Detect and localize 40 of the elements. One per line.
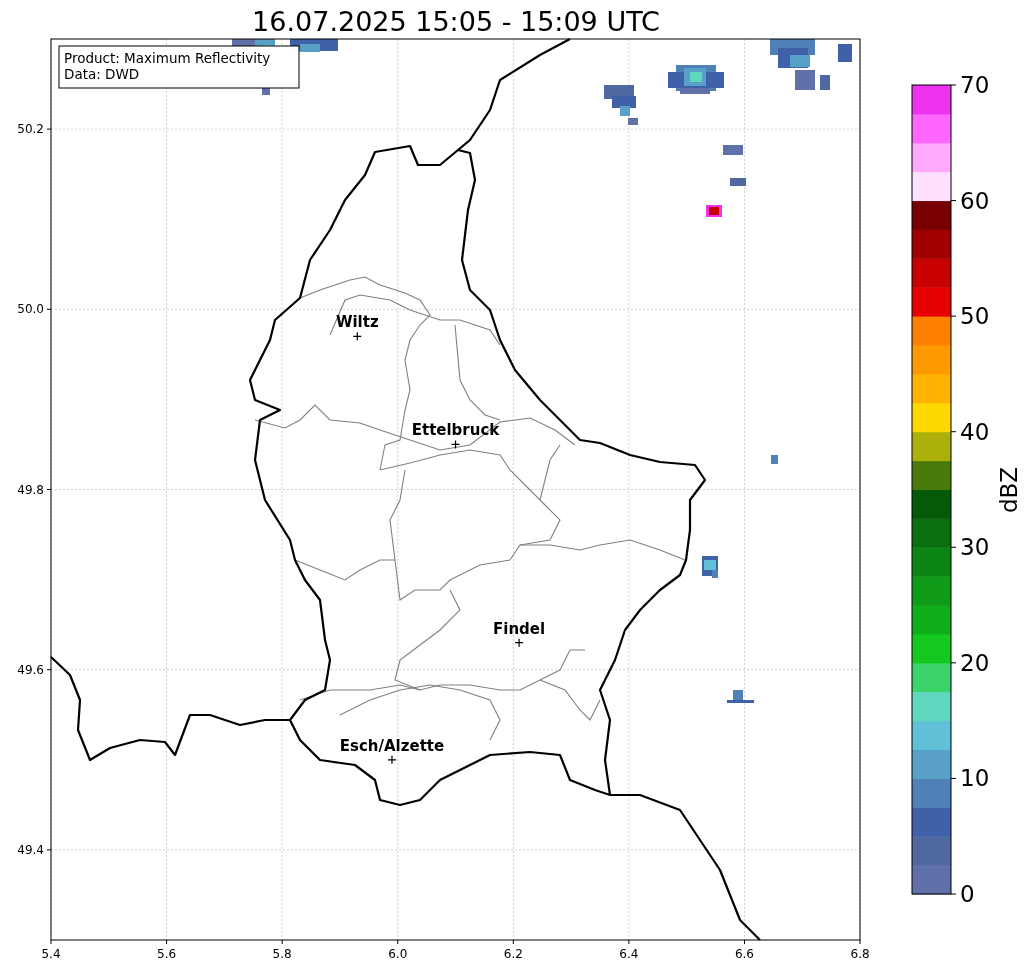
y-axis-tick-label: 50.2	[17, 122, 44, 137]
x-axis-tick-label: 5.8	[272, 947, 292, 961]
city-label: Ettelbruck	[411, 421, 500, 440]
colorbar-tick-label: 50	[960, 303, 990, 330]
city-marker-icon	[352, 331, 362, 341]
radar-echo	[706, 205, 722, 217]
x-axis-tick-label: 5.6	[157, 947, 177, 961]
colorbar-label: dBZ	[996, 466, 1022, 514]
city-label: Wiltz	[335, 313, 379, 332]
colorbar-tick-label: 20	[960, 649, 990, 676]
x-axis-tick-label: 6.2	[503, 947, 523, 961]
colorbar-tick-label: 0	[960, 881, 975, 907]
colorbar-tick-label: 30	[960, 534, 990, 561]
y-axis-tick-label: 49.6	[17, 662, 44, 677]
city-marker-icon	[450, 439, 461, 450]
y-axis-tick-label: 49.8	[17, 482, 44, 497]
city-marker-icon	[387, 755, 397, 765]
y-axis-tick-label: 49.4	[17, 842, 44, 857]
radar-echo	[668, 65, 724, 94]
radar-echo	[702, 556, 718, 578]
colorbar-tick-label: 10	[960, 765, 990, 792]
x-axis-tick-label: 6.8	[850, 947, 870, 961]
colorbar-tick-label: 40	[960, 418, 990, 445]
x-axis-tick-label: 6.6	[734, 947, 755, 961]
info-text: Data: DWD	[64, 66, 140, 82]
radar-echo	[727, 690, 754, 703]
info-text: Product: Maximum Reflectivity	[64, 50, 271, 66]
city-label: Findel	[493, 619, 546, 638]
colorbar-tick-label: 70	[960, 72, 990, 98]
radar-echo	[604, 85, 638, 125]
x-axis-tick-label: 5.4	[41, 947, 61, 961]
chart-title: 16.07.2025 15:05 - 15:09 UTC	[252, 6, 660, 37]
x-axis-tick-label: 6.4	[619, 947, 639, 961]
x-axis-tick-label: 6.0	[388, 947, 408, 961]
colorbar-tick-label: 60	[960, 187, 990, 214]
radar-echo	[771, 455, 778, 464]
city-marker-icon	[514, 638, 524, 648]
city-label: Esch/Alzette	[339, 736, 445, 755]
y-axis-tick-label: 50.0	[17, 302, 44, 317]
radar-echo	[723, 145, 746, 186]
